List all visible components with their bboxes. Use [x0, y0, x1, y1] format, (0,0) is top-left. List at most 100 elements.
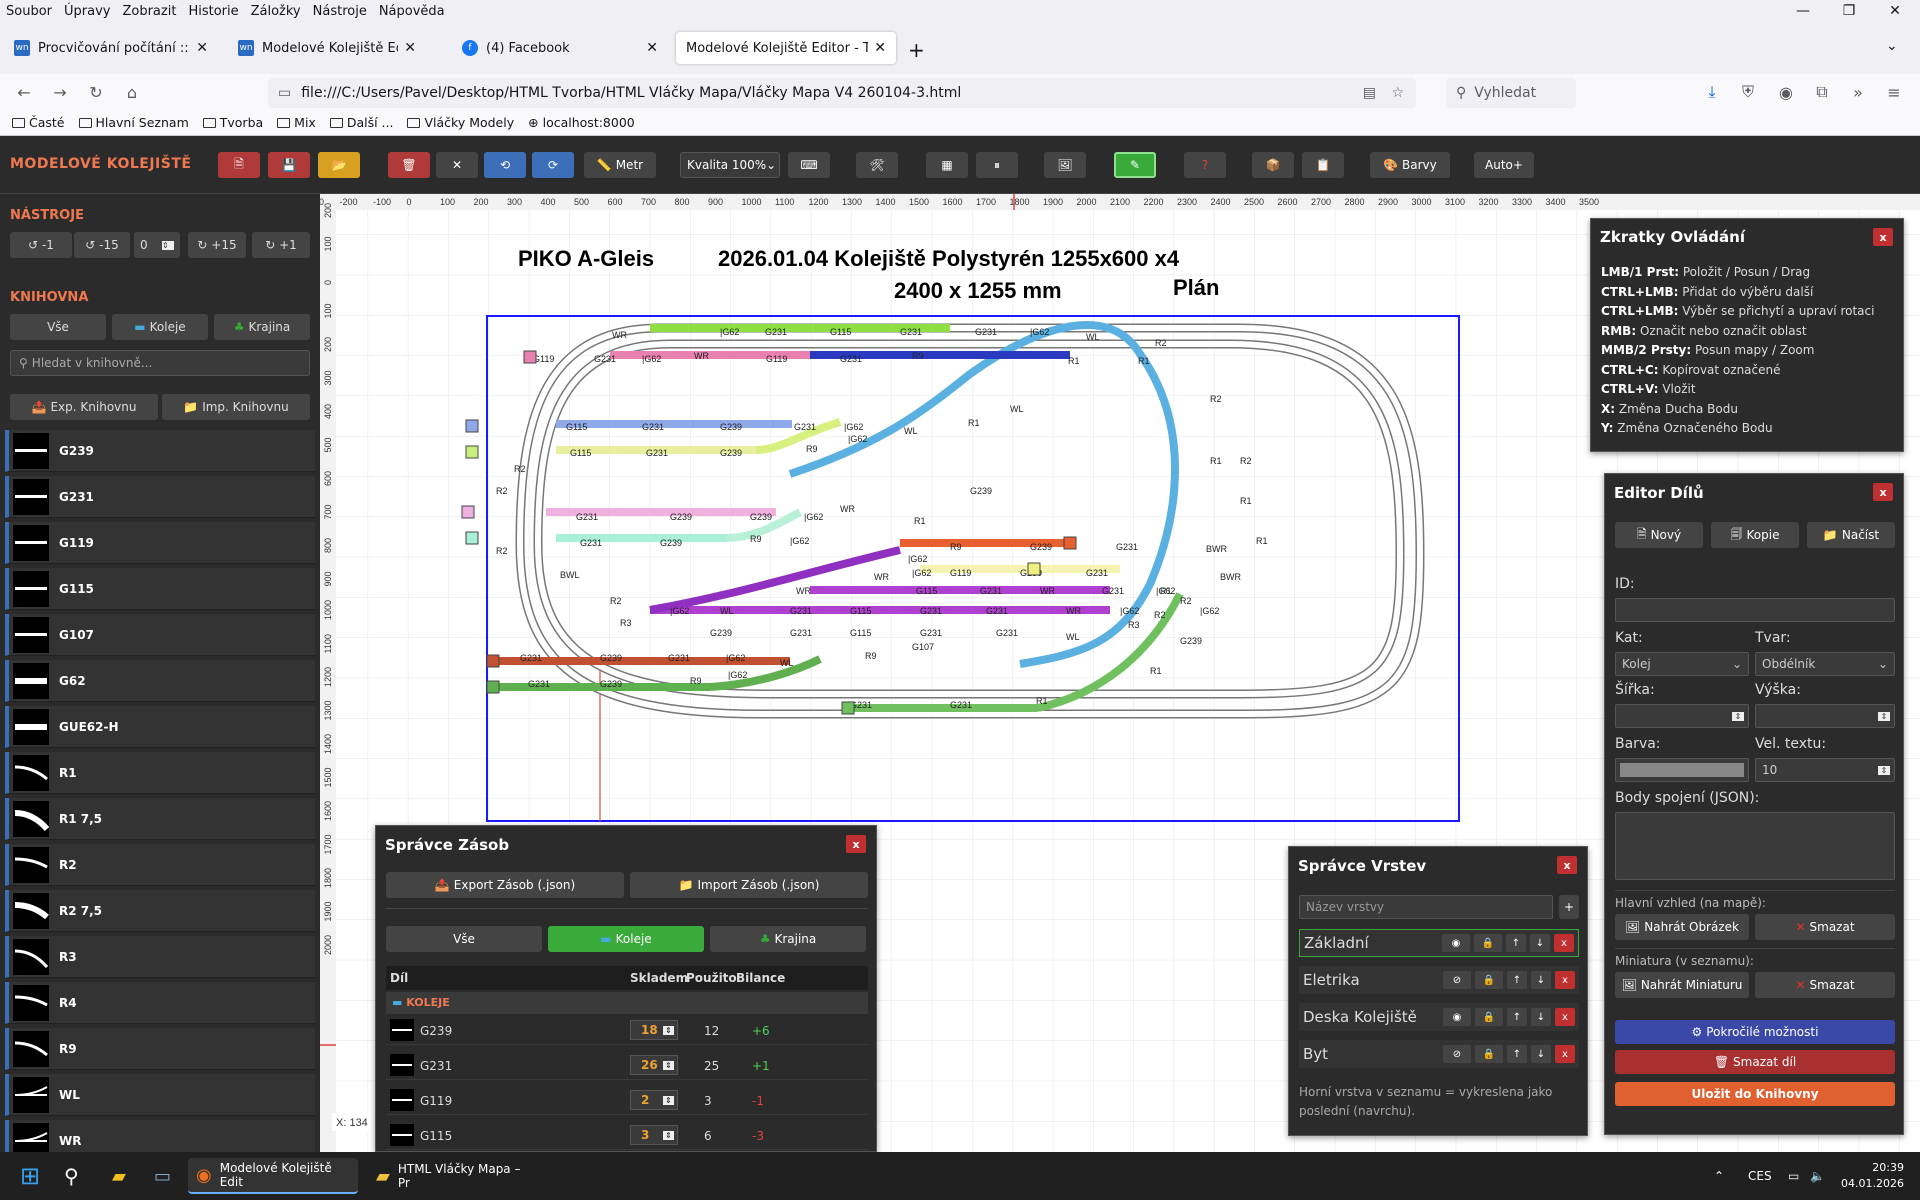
track-end-marker[interactable]: [486, 680, 500, 694]
windows-start-icon[interactable]: ⊞: [12, 1158, 48, 1194]
shield-icon[interactable]: ⛨: [1730, 77, 1766, 107]
close-tab-icon[interactable]: ✕: [196, 40, 208, 56]
hamburger-menu-icon[interactable]: ≡: [1876, 77, 1912, 107]
metr-button[interactable]: 📏 Metr: [584, 152, 656, 178]
spinner-icon[interactable]: ⇕: [663, 1025, 674, 1035]
delete-icon[interactable]: x: [1555, 1008, 1575, 1026]
track-end-marker[interactable]: [465, 531, 479, 545]
eye-icon[interactable]: ◉: [1443, 1008, 1471, 1026]
bookmark-dalsi[interactable]: Další ...: [329, 115, 393, 130]
text-size-input[interactable]: 10 ⇕: [1755, 758, 1895, 782]
stock-filter-krajina[interactable]: ♣ Krajina: [710, 926, 866, 952]
track-end-marker[interactable]: [461, 505, 475, 519]
export-stock-button[interactable]: 📤 Export Zásob (.json): [386, 872, 624, 898]
rotation-input[interactable]: 0 ⇕: [134, 232, 180, 258]
menu-historie[interactable]: Historie: [188, 4, 238, 19]
volume-icon[interactable]: 🔈: [1802, 1158, 1833, 1194]
auto-button[interactable]: Auto+: [1474, 152, 1534, 178]
tab-facebook[interactable]: f (4) Facebook ✕: [452, 32, 668, 64]
track-end-marker[interactable]: [1063, 536, 1077, 550]
close-icon[interactable]: ✕: [436, 152, 478, 178]
layer-name-input[interactable]: Název vrstvy: [1299, 895, 1553, 919]
image-icon[interactable]: 🖼: [1044, 152, 1086, 178]
spinner-icon[interactable]: ⇕: [663, 1095, 674, 1105]
stock-quantity-input[interactable]: 3 ⇕: [630, 1125, 678, 1145]
menu-nastroje[interactable]: Nástroje: [313, 4, 367, 19]
library-item-r9[interactable]: R9: [5, 1028, 315, 1070]
arrow-up-icon[interactable]: ↑: [1506, 934, 1526, 952]
library-item-r1-7-5[interactable]: R1 7,5: [5, 798, 315, 840]
stock-filter-koleje[interactable]: ▬ Koleje: [548, 926, 704, 952]
close-tab-icon[interactable]: ✕: [646, 40, 658, 56]
lock-icon[interactable]: 🔒: [1475, 1008, 1503, 1026]
layer-row[interactable]: Deska Kolejiště ◉ 🔒 ↑ ↓ x: [1299, 1003, 1579, 1031]
pause-icon[interactable]: ⏸: [976, 152, 1018, 178]
overflow-icon[interactable]: »: [1840, 77, 1876, 107]
stock-filter-vse[interactable]: Vše: [386, 926, 542, 952]
reload-icon[interactable]: ↻: [78, 77, 114, 107]
bookmark-hlavni[interactable]: Hlavní Seznam: [78, 115, 189, 130]
library-item-g119[interactable]: G119: [5, 522, 315, 564]
advanced-options-button[interactable]: ⚙ Pokročilé možnosti: [1615, 1020, 1895, 1044]
tab-list-icon[interactable]: ⌄: [1886, 38, 1898, 54]
rotate-plus-15-button[interactable]: ↻ +15: [188, 232, 246, 258]
id-input[interactable]: [1615, 598, 1895, 622]
close-tab-icon[interactable]: ✕: [874, 40, 886, 56]
delete-icon[interactable]: x: [1555, 971, 1575, 989]
trash-icon[interactable]: 🗑: [388, 152, 430, 178]
bookmark-localhost[interactable]: ⊕ localhost:8000: [528, 115, 635, 130]
spinner-icon[interactable]: ⇕: [663, 1130, 674, 1140]
json-textarea[interactable]: [1615, 812, 1895, 880]
forward-icon[interactable]: →: [42, 77, 78, 107]
library-item-wl[interactable]: WL: [5, 1074, 315, 1116]
menu-napoveda[interactable]: Nápověda: [379, 4, 445, 19]
clock[interactable]: 20:39 04.01.2026: [1834, 1160, 1904, 1192]
delete-icon[interactable]: x: [1554, 934, 1574, 952]
new-part-button[interactable]: 🗎 Nový: [1615, 522, 1703, 548]
layers-icon[interactable]: ▦: [926, 152, 968, 178]
bookmark-tvorba[interactable]: Tvorba: [202, 115, 263, 130]
track-end-marker[interactable]: [1027, 562, 1041, 576]
bookmark-caste[interactable]: Časté: [12, 115, 65, 130]
tab-editor-touch[interactable]: Modelové Kolejiště Editor - Touch ✕: [676, 32, 896, 64]
filter-koleje[interactable]: ▬ Koleje: [112, 314, 208, 340]
taskbar-firefox[interactable]: ◉ Modelové Kolejiště Edit: [188, 1158, 358, 1194]
stock-quantity-input[interactable]: 18 ⇕: [630, 1020, 678, 1040]
eraser-icon[interactable]: ✎: [1114, 152, 1156, 178]
menu-upravy[interactable]: Úpravy: [64, 4, 110, 19]
new-tab-icon[interactable]: +: [908, 38, 925, 62]
spinner-icon[interactable]: ⇕: [1878, 711, 1890, 721]
redo-icon[interactable]: ⟳: [532, 152, 574, 178]
load-part-button[interactable]: 📁 Načíst: [1807, 522, 1895, 548]
filter-krajina[interactable]: ♣ Krajina: [214, 314, 310, 340]
minimize-icon[interactable]: —: [1780, 0, 1826, 22]
barvy-button[interactable]: 🎨 Barvy: [1370, 152, 1450, 178]
tools-icon[interactable]: 🛠: [856, 152, 898, 178]
layer-row[interactable]: Byt ⊘ 🔒 ↑ ↓ x: [1299, 1040, 1579, 1068]
library-item-g62[interactable]: G62: [5, 660, 315, 702]
quality-select[interactable]: Kvalita 100% ⌄: [680, 152, 780, 178]
new-file-icon[interactable]: 🗎: [218, 152, 260, 178]
menu-soubor[interactable]: Soubor: [6, 4, 52, 19]
filter-vse[interactable]: Vše: [10, 314, 106, 340]
search-box[interactable]: ⚲ Vyhledat: [1446, 78, 1576, 108]
download-icon[interactable]: ⤓: [1694, 77, 1730, 107]
stock-quantity-input[interactable]: 26 ⇕: [630, 1055, 678, 1075]
close-stock-button[interactable]: x: [846, 835, 866, 853]
library-search-input[interactable]: ⚲ Hledat v knihovně...: [10, 350, 310, 376]
delete-image-button[interactable]: ✕ Smazat: [1755, 914, 1895, 940]
search-icon[interactable]: ⚲: [56, 1158, 87, 1194]
library-item-gue62-h[interactable]: GUE62-H: [5, 706, 315, 748]
color-picker[interactable]: [1615, 758, 1749, 782]
tvar-select[interactable]: Obdélník ⌄: [1755, 652, 1895, 676]
import-library-button[interactable]: 📁 Imp. Knihovnu: [162, 394, 310, 420]
upload-thumbnail-button[interactable]: 🖼 Nahrát Miniaturu: [1615, 972, 1749, 998]
spinner-icon[interactable]: ⇕: [663, 1060, 674, 1070]
layer-row[interactable]: Základní ◉ 🔒 ↑ ↓ x: [1299, 929, 1579, 957]
delete-part-button[interactable]: 🗑 Smazat díl: [1615, 1050, 1895, 1074]
taskbar-explorer[interactable]: ▰ HTML Vláčky Mapa – Pr: [368, 1158, 538, 1194]
arrow-down-icon[interactable]: ↓: [1530, 934, 1550, 952]
lock-icon[interactable]: 🔒: [1474, 934, 1502, 952]
arrow-down-icon[interactable]: ↓: [1531, 1045, 1551, 1063]
library-item-r4[interactable]: R4: [5, 982, 315, 1024]
